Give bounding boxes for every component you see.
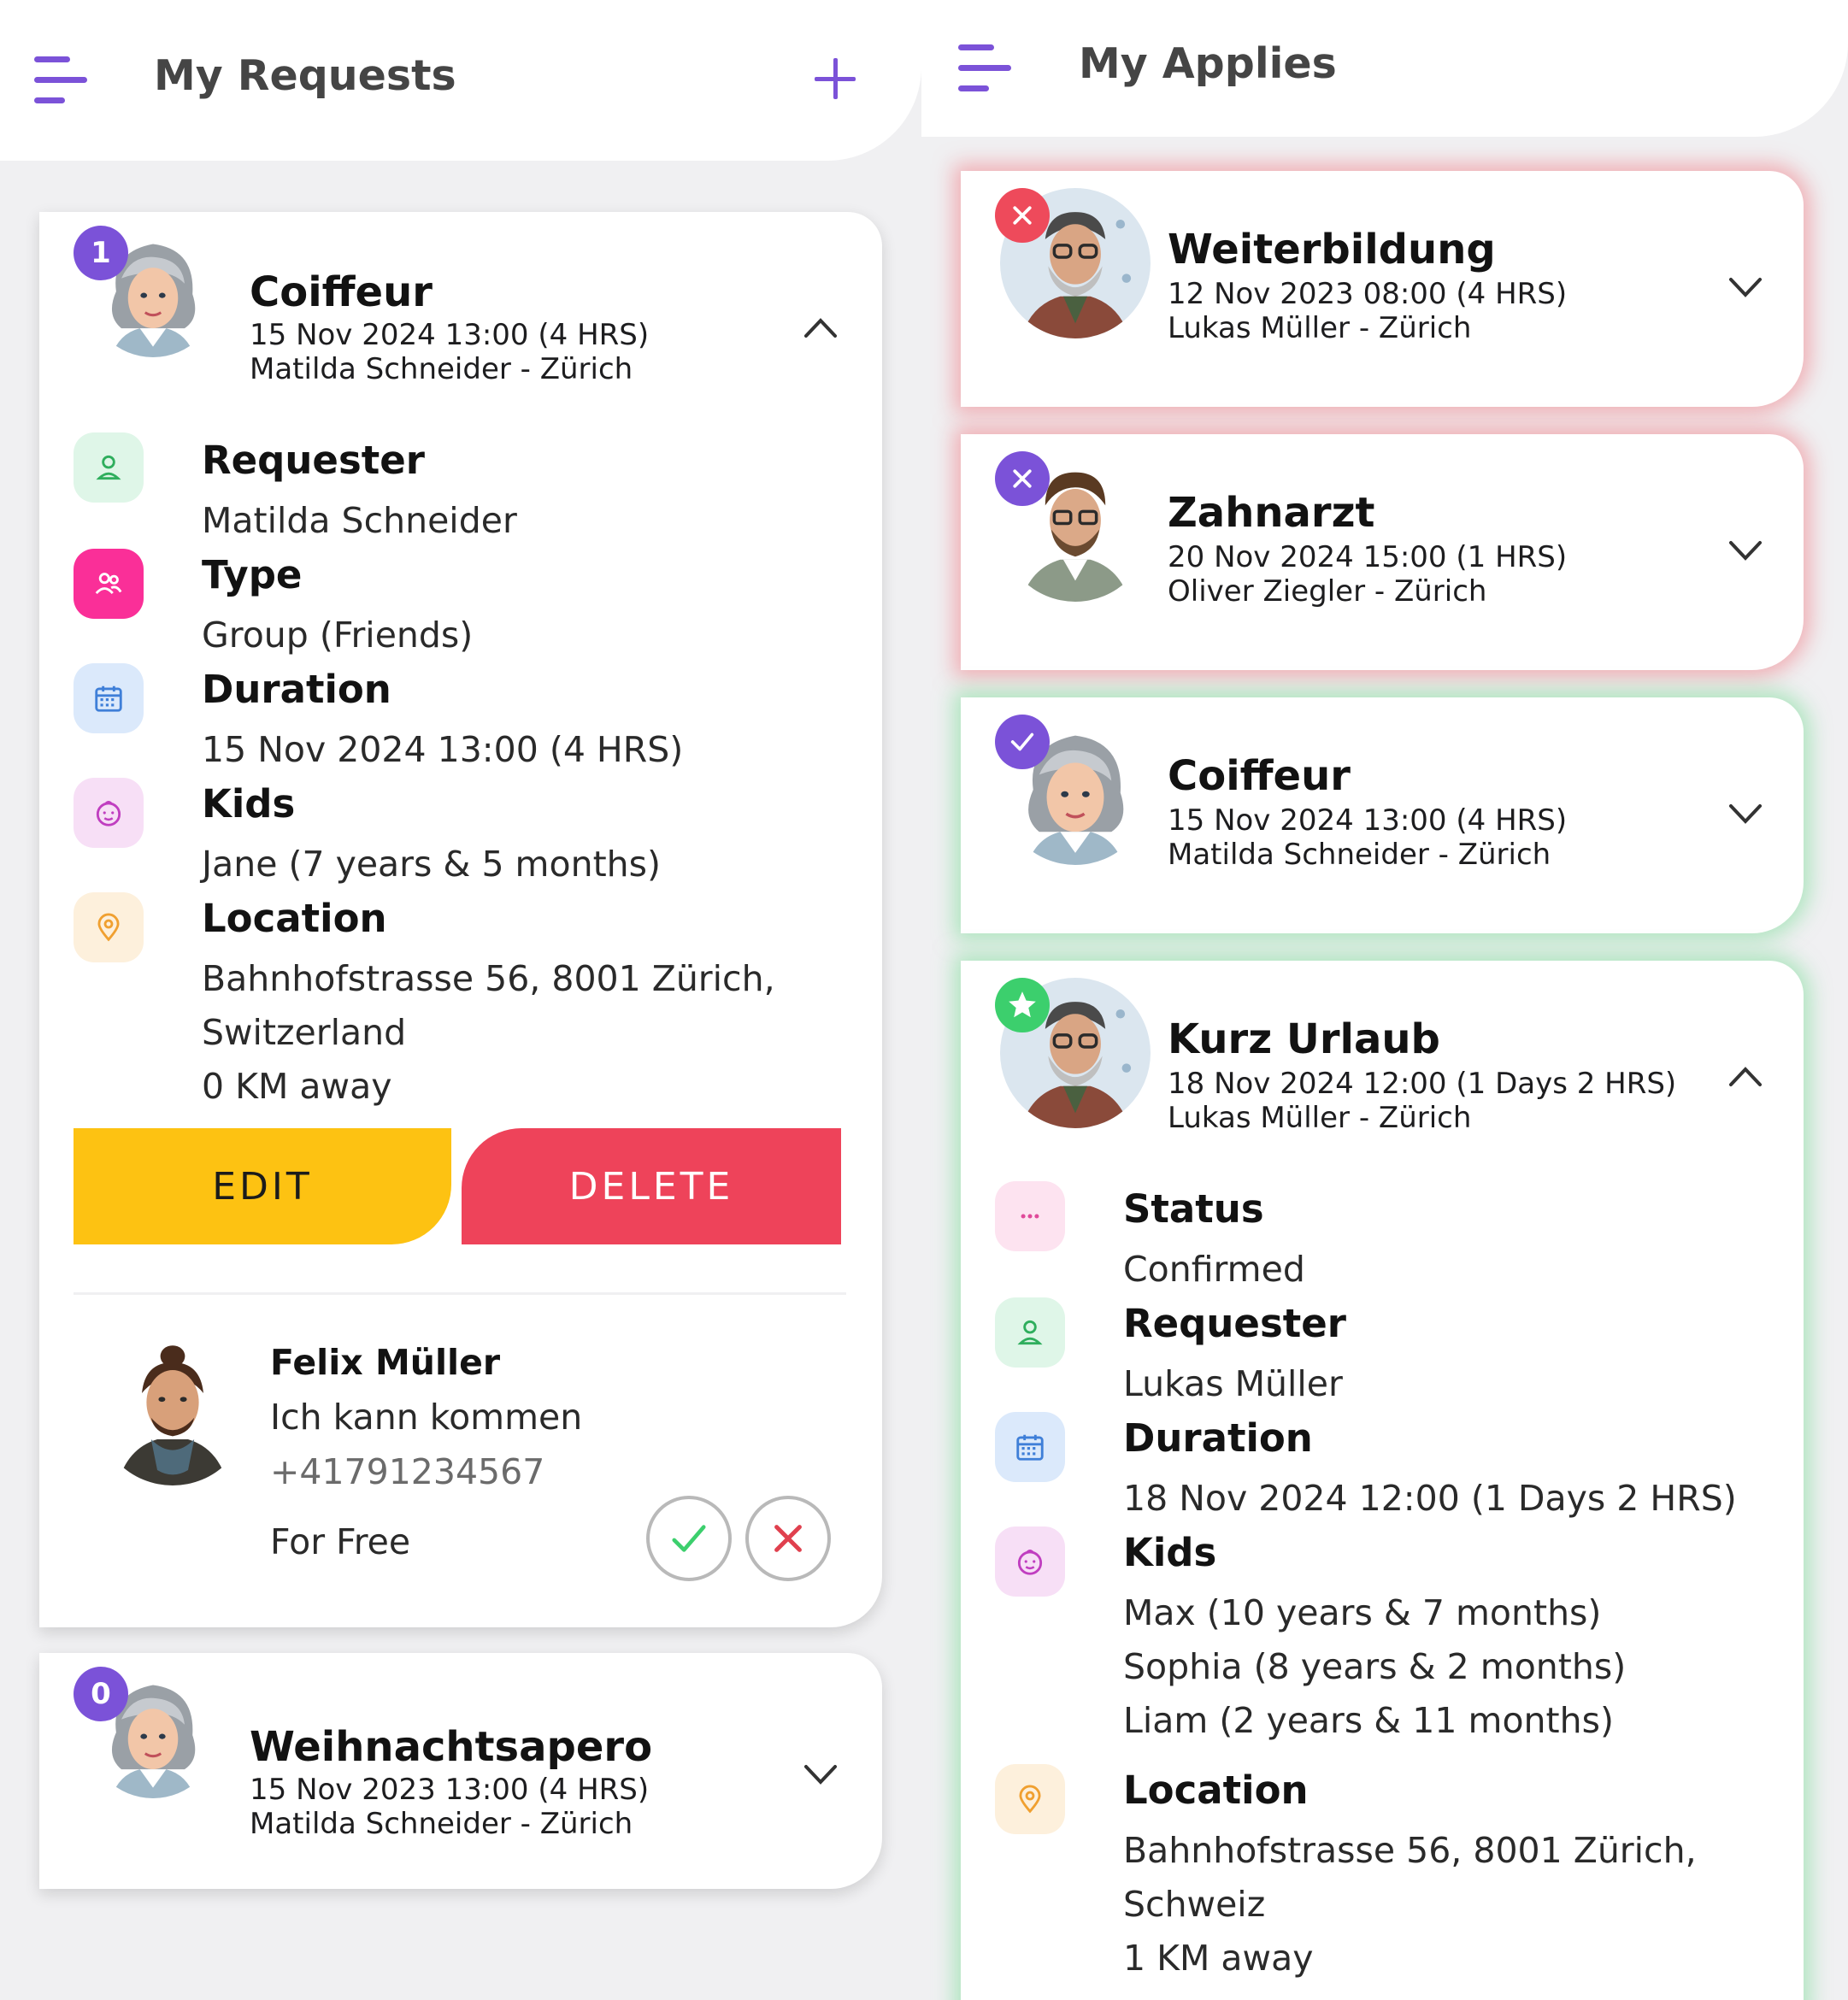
apply-card[interactable]: Zahnarzt 20 Nov 2024 15:00 (1 HRS) Olive… bbox=[961, 434, 1804, 670]
divider bbox=[74, 1292, 846, 1295]
apply-card[interactable]: Weiterbildung 12 Nov 2023 08:00 (4 HRS) … bbox=[961, 171, 1804, 407]
request-card: 1 Coiffeur 15 Nov 2024 13:00 (4 HRS) Mat… bbox=[39, 212, 882, 1627]
applicant-name: Felix Müller bbox=[270, 1342, 501, 1383]
location-line-1: Bahnhofstrasse 56, 8001 Zürich, bbox=[1123, 1830, 1697, 1871]
delete-button[interactable]: DELETE bbox=[462, 1128, 841, 1244]
accepted-badge bbox=[995, 715, 1050, 769]
requester-label: Requester bbox=[1123, 1301, 1346, 1346]
chevron-down-icon[interactable] bbox=[803, 1764, 838, 1786]
close-icon bbox=[774, 1525, 802, 1552]
menu-icon[interactable] bbox=[34, 56, 89, 104]
apply-datetime: 20 Nov 2024 15:00 (1 HRS) bbox=[1168, 540, 1568, 574]
accept-applicant-button[interactable] bbox=[646, 1496, 732, 1581]
apply-owner: Lukas Müller - Zürich bbox=[1168, 311, 1472, 345]
confirmed-badge bbox=[995, 978, 1050, 1032]
status-dots-icon bbox=[995, 1181, 1065, 1251]
check-icon bbox=[1010, 732, 1034, 751]
rejected-badge bbox=[995, 188, 1050, 243]
close-icon bbox=[1013, 469, 1032, 488]
status-value: Confirmed bbox=[1123, 1249, 1305, 1290]
my-applies-screen: My Applies Weiterbildung 12 Nov 2023 08:… bbox=[921, 0, 1848, 2000]
location-pin-icon bbox=[995, 1764, 1065, 1834]
kid-item: Sophia (8 years & 2 months) bbox=[1123, 1646, 1627, 1687]
my-requests-screen: My Requests 1 Coiffeur 15 Nov 2024 13:00… bbox=[0, 0, 921, 2000]
chevron-up-icon[interactable] bbox=[803, 316, 838, 338]
applicant-phone[interactable]: +41791234567 bbox=[270, 1451, 544, 1492]
kid-item: Liam (2 years & 11 months) bbox=[1123, 1700, 1614, 1741]
apply-title: Weiterbildung bbox=[1168, 226, 1496, 274]
kids-label: Kids bbox=[202, 781, 296, 826]
chevron-down-icon[interactable] bbox=[1728, 803, 1763, 826]
chevron-down-icon[interactable] bbox=[1728, 540, 1763, 562]
duration-value: 15 Nov 2024 13:00 (4 HRS) bbox=[202, 729, 684, 770]
edit-button[interactable]: EDIT bbox=[74, 1128, 451, 1244]
applicant-message: Ich kann kommen bbox=[270, 1397, 583, 1438]
duration-label: Duration bbox=[202, 667, 391, 712]
location-pin-icon bbox=[74, 892, 144, 962]
group-icon bbox=[74, 549, 144, 619]
apply-owner: Lukas Müller - Zürich bbox=[1168, 1101, 1472, 1135]
apply-owner: Matilda Schneider - Zürich bbox=[1168, 838, 1551, 872]
duration-label: Duration bbox=[1123, 1415, 1313, 1461]
kids-value: Jane (7 years & 5 months) bbox=[202, 844, 661, 885]
location-line-2: Switzerland bbox=[202, 1012, 407, 1053]
top-bar: My Applies bbox=[921, 0, 1848, 137]
cancelled-badge bbox=[995, 451, 1050, 506]
applicant-count-badge: 0 bbox=[74, 1667, 128, 1721]
type-label: Type bbox=[202, 552, 303, 597]
apply-title: Coiffeur bbox=[1168, 752, 1351, 800]
page-title: My Applies bbox=[1079, 39, 1337, 88]
request-card-collapsed[interactable]: 0 Weihnachtsapero 15 Nov 2023 13:00 (4 H… bbox=[39, 1653, 882, 1889]
request-title: Weihnachtsapero bbox=[250, 1723, 653, 1771]
applicant-count-badge: 1 bbox=[74, 226, 128, 280]
calendar-icon bbox=[74, 663, 144, 733]
check-icon bbox=[672, 1525, 706, 1552]
applicant-avatar bbox=[96, 1332, 250, 1485]
requester-value: Lukas Müller bbox=[1123, 1363, 1343, 1404]
applicant-price: For Free bbox=[270, 1521, 411, 1562]
location-label: Location bbox=[1123, 1768, 1309, 1813]
chevron-up-icon[interactable] bbox=[1728, 1065, 1763, 1087]
apply-datetime: 15 Nov 2024 13:00 (4 HRS) bbox=[1168, 803, 1568, 838]
status-label: Status bbox=[1123, 1186, 1264, 1232]
location-label: Location bbox=[202, 896, 387, 941]
chevron-down-icon[interactable] bbox=[1728, 277, 1763, 299]
request-title: Coiffeur bbox=[250, 268, 433, 316]
requester-icon bbox=[74, 432, 144, 503]
reject-applicant-button[interactable] bbox=[745, 1496, 831, 1581]
kids-label: Kids bbox=[1123, 1530, 1217, 1575]
distance: 0 KM away bbox=[202, 1066, 392, 1107]
request-datetime: 15 Nov 2023 13:00 (4 HRS) bbox=[250, 1773, 650, 1807]
menu-icon[interactable] bbox=[958, 44, 1013, 92]
apply-datetime: 18 Nov 2024 12:00 (1 Days 2 HRS) bbox=[1168, 1067, 1677, 1101]
request-owner: Matilda Schneider - Zürich bbox=[250, 352, 633, 386]
kid-face-icon bbox=[995, 1526, 1065, 1597]
apply-title: Kurz Urlaub bbox=[1168, 1015, 1440, 1063]
kid-item: Max (10 years & 7 months) bbox=[1123, 1592, 1602, 1633]
apply-title: Zahnarzt bbox=[1168, 489, 1375, 537]
duration-value: 18 Nov 2024 12:00 (1 Days 2 HRS) bbox=[1123, 1478, 1737, 1519]
add-request-icon[interactable] bbox=[815, 58, 856, 99]
apply-card[interactable]: Coiffeur 15 Nov 2024 13:00 (4 HRS) Matil… bbox=[961, 697, 1804, 933]
requester-label: Requester bbox=[202, 438, 425, 483]
request-datetime: 15 Nov 2024 13:00 (4 HRS) bbox=[250, 318, 650, 352]
location-line-1: Bahnhofstrasse 56, 8001 Zürich, bbox=[202, 958, 775, 999]
apply-card-expanded: Kurz Urlaub 18 Nov 2024 12:00 (1 Days 2 … bbox=[961, 961, 1804, 2000]
apply-datetime: 12 Nov 2023 08:00 (4 HRS) bbox=[1168, 277, 1568, 311]
request-owner: Matilda Schneider - Zürich bbox=[250, 1807, 633, 1841]
calendar-icon bbox=[995, 1412, 1065, 1482]
star-icon bbox=[1009, 991, 1036, 1018]
kid-face-icon bbox=[74, 778, 144, 848]
close-icon bbox=[1013, 206, 1032, 225]
requester-icon bbox=[995, 1297, 1065, 1368]
top-bar: My Requests bbox=[0, 0, 921, 161]
page-title: My Requests bbox=[154, 51, 456, 100]
distance: 1 KM away bbox=[1123, 1938, 1314, 1979]
apply-owner: Oliver Ziegler - Zürich bbox=[1168, 574, 1487, 609]
location-line-2: Schweiz bbox=[1123, 1884, 1266, 1925]
type-value: Group (Friends) bbox=[202, 615, 474, 656]
requester-value: Matilda Schneider bbox=[202, 500, 517, 541]
